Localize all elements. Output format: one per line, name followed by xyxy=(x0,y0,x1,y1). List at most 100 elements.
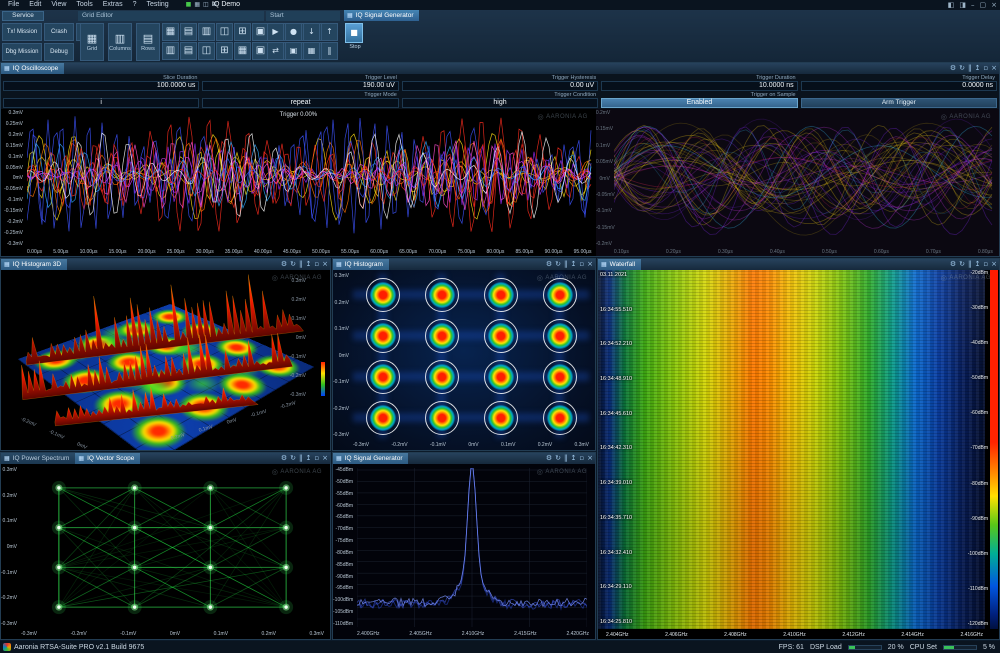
export-icon[interactable]: ↑ xyxy=(321,23,338,41)
block-icon[interactable]: ▣ xyxy=(285,42,302,60)
field-i[interactable]: i xyxy=(3,98,199,108)
gear-icon[interactable]: ⚙ xyxy=(950,63,956,74)
field-trigger-duration[interactable]: 10.0000 ns xyxy=(601,81,797,91)
tab-iq-power-spectrum[interactable]: ▦ IQ Power Spectrum xyxy=(1,453,75,464)
waterfall-display[interactable]: ◎AARONIA AG 03.11.202116:34:55.51016:34:… xyxy=(598,270,999,639)
gear-icon[interactable]: ⚙ xyxy=(281,453,287,464)
histogram-display[interactable]: ◎AARONIA AG 0.3mV0.2mV0.1mV0mV-0.1mV-0.2… xyxy=(333,270,595,450)
refresh-icon[interactable]: ↻ xyxy=(555,453,561,464)
field-trigger-delay[interactable]: 0.0000 ns xyxy=(801,81,997,91)
crash-button[interactable]: Crash xyxy=(44,23,74,41)
field-arm-trigger[interactable]: Arm Trigger xyxy=(801,98,997,108)
close-icon[interactable]: × xyxy=(587,259,593,270)
menu-item-help[interactable]: ? xyxy=(128,0,142,10)
close-icon[interactable]: × xyxy=(322,453,328,464)
tool-columns-button[interactable]: ▥Columns xyxy=(108,23,132,61)
swap-icon[interactable]: ⇄ xyxy=(267,42,284,60)
refresh-icon[interactable]: ↻ xyxy=(555,259,561,270)
tab-iq-signal-generator-panel[interactable]: ▦ IQ Signal Generator xyxy=(333,453,408,464)
grid-preset-icon[interactable]: ◫ xyxy=(216,23,233,41)
pause-icon[interactable]: ‖ xyxy=(564,453,568,464)
float-icon[interactable]: ▫ xyxy=(314,259,319,270)
field-slice-duration[interactable]: 100.0000 us xyxy=(3,81,199,91)
vector-scope-display[interactable]: ◎AARONIA AG 0.3mV0.2mV0.1mV0mV-0.1mV-0.2… xyxy=(1,464,330,639)
split-view-icon[interactable]: ◫ xyxy=(203,0,209,10)
record-icon[interactable]: ● xyxy=(285,23,302,41)
dbg-mission-button[interactable]: Dbg Mission xyxy=(2,43,42,61)
tab-iq-histogram[interactable]: ▦ IQ Histogram xyxy=(333,259,389,270)
grid-preset-icon[interactable]: ▤ xyxy=(180,23,197,41)
tool-grid-button[interactable]: ▦Grid xyxy=(80,23,104,61)
close-icon[interactable]: × xyxy=(587,453,593,464)
grid-preset-icon[interactable]: ▦ xyxy=(162,23,179,41)
run-status-icon[interactable]: ■ xyxy=(186,0,192,10)
menu-item-view[interactable]: View xyxy=(46,0,71,10)
debug-button[interactable]: Debug xyxy=(44,43,74,61)
field-trigger-condition[interactable]: high xyxy=(402,98,598,108)
import-icon[interactable]: ↓ xyxy=(303,23,320,41)
grid-preset-icon[interactable]: ⊞ xyxy=(234,23,251,41)
grid-preset-icon[interactable]: ▥ xyxy=(198,23,215,41)
pause-icon[interactable]: ‖ xyxy=(299,259,303,270)
tab-waterfall[interactable]: ▦ Waterfall xyxy=(598,259,641,270)
generator-spectrum-display[interactable]: ◎AARONIA AG -45dBm-50dBm-55dBm-60dBm-65d… xyxy=(333,464,595,639)
grid-preset-icon[interactable]: ▤ xyxy=(180,42,197,60)
refresh-icon[interactable]: ↻ xyxy=(959,259,965,270)
float-icon[interactable]: ▫ xyxy=(579,259,584,270)
gear-icon[interactable]: ⚙ xyxy=(546,453,552,464)
menu-item-edit[interactable]: Edit xyxy=(24,0,46,10)
field-trigger-hysteresis[interactable]: 0.00 uV xyxy=(402,81,598,91)
float-icon[interactable]: ▫ xyxy=(983,259,988,270)
minimize-icon[interactable]: – xyxy=(971,0,975,10)
close-icon[interactable]: × xyxy=(322,259,328,270)
tx-mission-button[interactable]: Tx! Mission xyxy=(2,23,42,41)
dock-right-icon[interactable]: ◨ xyxy=(959,0,966,10)
menu-item-file[interactable]: File xyxy=(3,0,24,10)
grid-preset-icon[interactable]: ▥ xyxy=(162,42,179,60)
tab-iq-histogram-3d[interactable]: ▦ IQ Histogram 3D xyxy=(1,259,67,270)
layout-icon[interactable]: ▦ xyxy=(303,42,320,60)
export-icon[interactable]: ↥ xyxy=(306,453,312,464)
pause-icon[interactable]: ‖ xyxy=(968,63,972,74)
menu-item-extras[interactable]: Extras xyxy=(98,0,128,10)
gear-icon[interactable]: ⚙ xyxy=(546,259,552,270)
export-icon[interactable]: ↥ xyxy=(571,259,577,270)
export-icon[interactable]: ↥ xyxy=(975,259,981,270)
close-icon[interactable]: × xyxy=(991,259,997,270)
export-icon[interactable]: ↥ xyxy=(571,453,577,464)
stop-button[interactable]: ■ xyxy=(345,23,363,43)
export-icon[interactable]: ↥ xyxy=(975,63,981,74)
menu-item-tools[interactable]: Tools xyxy=(71,0,97,10)
tab-iq-vector-scope[interactable]: ▦ IQ Vector Scope xyxy=(75,453,140,464)
tool-rows-button[interactable]: ▤Rows xyxy=(136,23,160,61)
histogram3d-display[interactable]: ◎AARONIA AG 0.3mV0.2mV0.1mV0mV-0.1mV-0.2… xyxy=(1,270,330,450)
refresh-icon[interactable]: ↻ xyxy=(290,259,296,270)
menu-item-testing[interactable]: Testing xyxy=(141,0,173,10)
grid-preset-icon[interactable]: ▦ xyxy=(234,42,251,60)
tab-iq-signal-generator[interactable]: ▦ IQ Signal Generator xyxy=(344,10,419,21)
grid-preset-icon[interactable]: ⊞ xyxy=(216,42,233,60)
float-icon[interactable]: ▫ xyxy=(579,453,584,464)
refresh-icon[interactable]: ↻ xyxy=(959,63,965,74)
refresh-icon[interactable]: ↻ xyxy=(290,453,296,464)
export-icon[interactable]: ↥ xyxy=(306,259,312,270)
grid-layout-icon[interactable]: ▦ xyxy=(194,0,200,10)
float-icon[interactable]: ▫ xyxy=(314,453,319,464)
pause-icon[interactable]: ‖ xyxy=(299,453,303,464)
tab-iq-oscilloscope[interactable]: ▦ IQ Oscilloscope xyxy=(1,63,64,74)
close-icon[interactable]: × xyxy=(991,0,997,10)
persistence-eye-display[interactable]: ◎AARONIA AG 0.2mV0.15mV0.1mV0.05mV0mV-0.… xyxy=(596,109,999,257)
dock-left-icon[interactable]: ◧ xyxy=(948,0,955,10)
field-trigger-on-sample[interactable]: Enabled xyxy=(601,98,797,108)
pause-icon[interactable]: ‖ xyxy=(968,259,972,270)
field-trigger-level[interactable]: 190.00 uV xyxy=(202,81,398,91)
pause-icon[interactable]: ‖ xyxy=(321,42,338,60)
gear-icon[interactable]: ⚙ xyxy=(950,259,956,270)
oscilloscope-waveform-display[interactable]: Trigger 0.00% ◎AARONIA AG 0.3mV0.25mV0.2… xyxy=(1,109,596,257)
gear-icon[interactable]: ⚙ xyxy=(281,259,287,270)
play-icon[interactable]: ▶ xyxy=(267,23,284,41)
pause-icon[interactable]: ‖ xyxy=(564,259,568,270)
float-icon[interactable]: ▫ xyxy=(983,63,988,74)
field-trigger-mode[interactable]: repeat xyxy=(202,98,398,108)
grid-preset-icon[interactable]: ◫ xyxy=(198,42,215,60)
